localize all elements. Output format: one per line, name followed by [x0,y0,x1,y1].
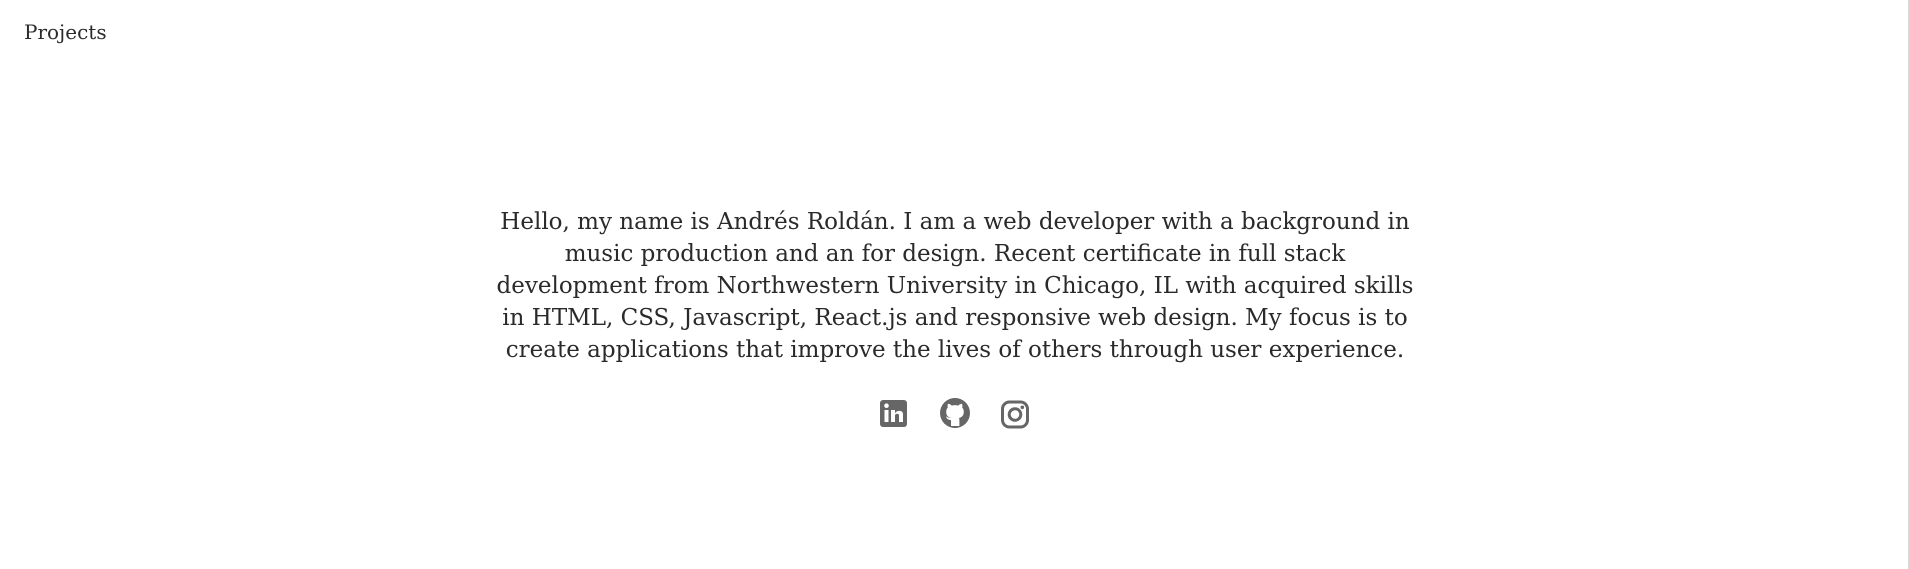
linkedin-link[interactable] [878,392,912,432]
github-link[interactable] [938,392,972,432]
intro-text: Hello, my name is Andrés Roldán. I am a … [496,209,1414,363]
linkedin-icon [880,400,907,427]
github-icon [940,398,970,428]
social-links [0,392,1910,432]
instagram-icon [1001,400,1029,429]
instagram-link[interactable] [998,392,1032,432]
projects-link[interactable]: Projects [24,20,107,44]
